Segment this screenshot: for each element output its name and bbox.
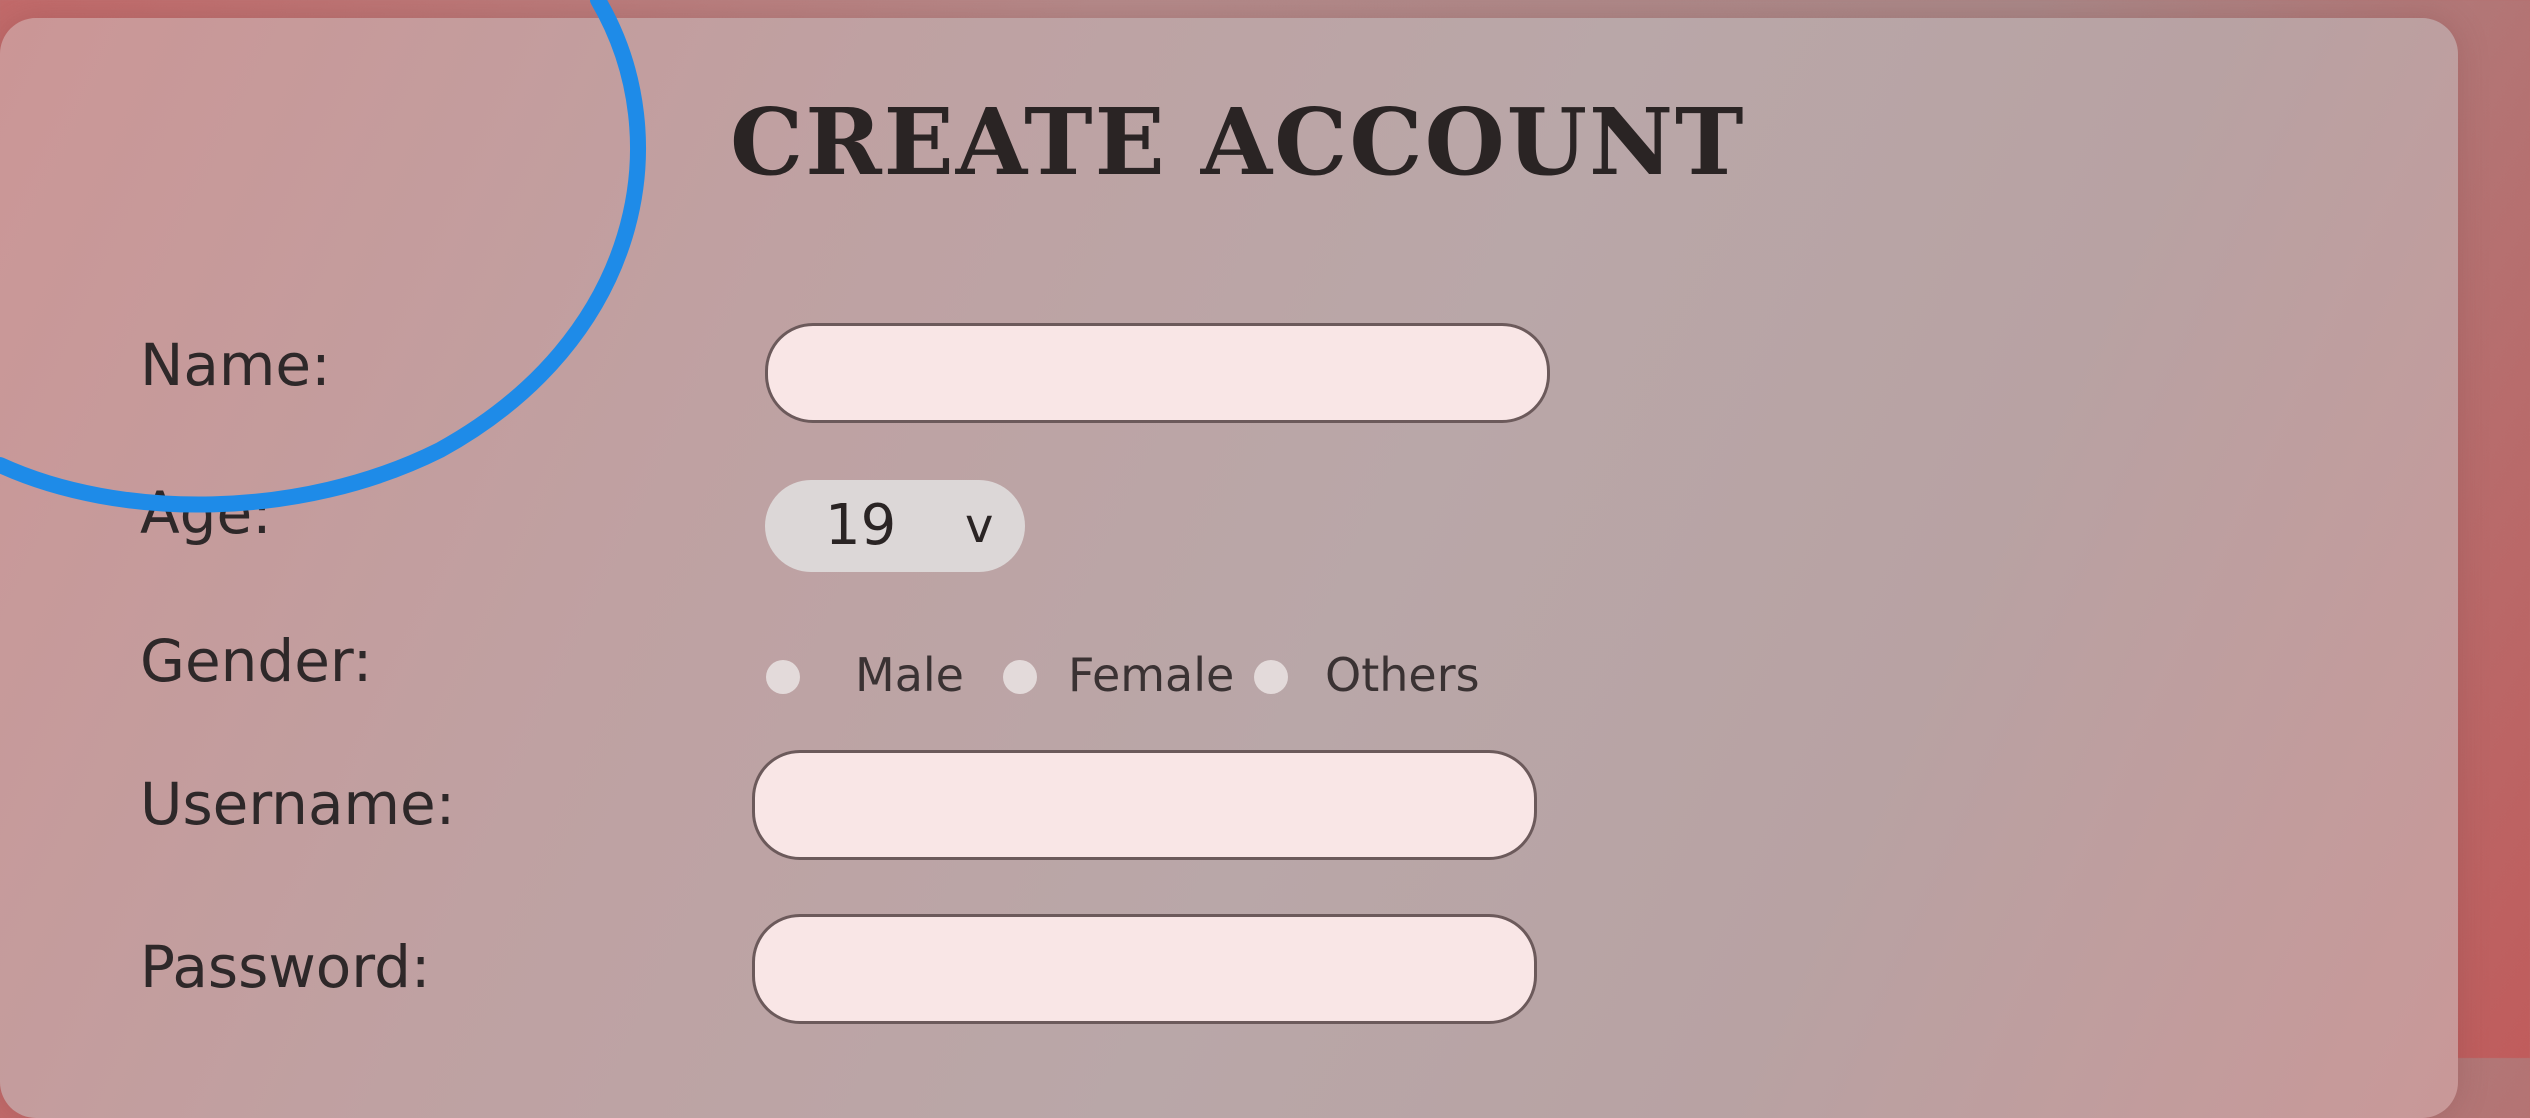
gender-option-label: Others [1325,648,1480,702]
gender-radio-others[interactable] [1254,660,1288,694]
name-label: Name: [140,331,331,399]
name-input[interactable] [765,323,1550,423]
page-title: CREATE ACCOUNT [730,88,1746,196]
password-input[interactable] [752,914,1537,1024]
gender-radio-male[interactable] [766,660,800,694]
create-account-panel: CREATE ACCOUNT Name: Age: 19 v Gender: M… [0,18,2458,1118]
age-select-value: 19 [825,493,897,558]
password-label: Password: [140,933,431,1001]
username-label: Username: [140,770,456,838]
username-input[interactable] [752,750,1537,860]
gender-label: Gender: [140,627,373,695]
age-select[interactable]: 19 v [765,480,1025,572]
chevron-down-icon: v [965,498,994,554]
gender-option-label: Female [1068,648,1235,702]
gender-option-label: Male [855,648,964,702]
gender-radio-female[interactable] [1003,660,1037,694]
age-label: Age: [140,479,272,547]
